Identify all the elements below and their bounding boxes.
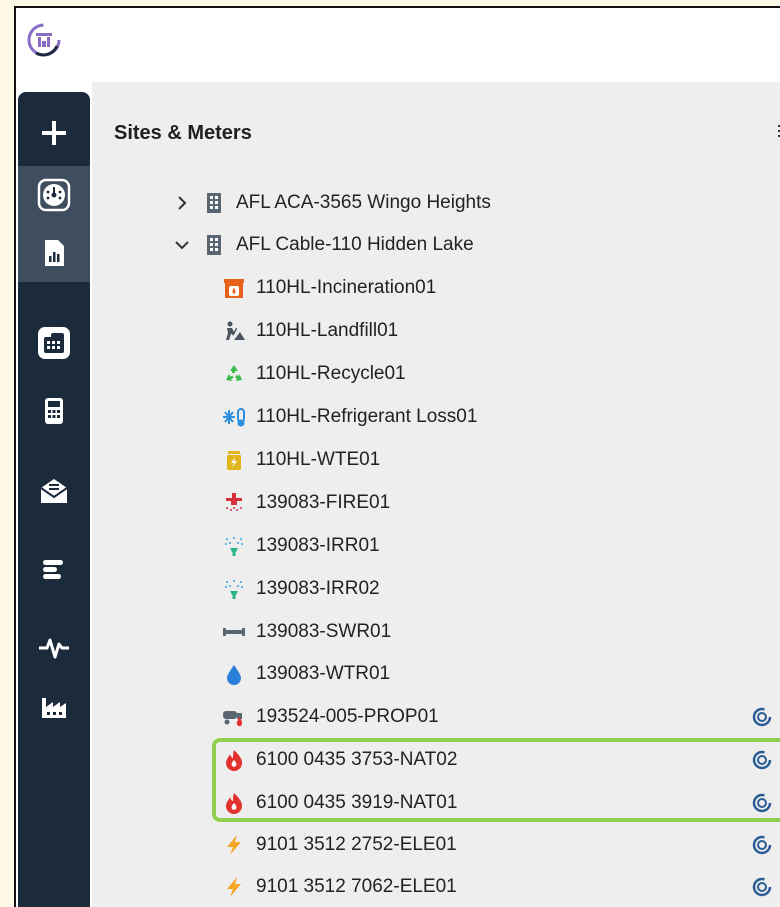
meter-row[interactable]: 110HL-Recycle01	[222, 359, 406, 389]
meter-row[interactable]: 193524-005-PROP01	[222, 702, 439, 732]
site-row[interactable]: AFL ACA-3565 Wingo Heights	[172, 188, 491, 218]
meter-label: 139083-FIRE01	[256, 492, 391, 513]
site-label: AFL Cable-110 Hidden Lake	[236, 234, 474, 255]
meter-label: 139083-IRR02	[256, 578, 380, 599]
pulse-icon	[39, 638, 69, 659]
meter-label: 9101 3512 2752-ELE01	[256, 834, 457, 855]
report-chart-icon	[45, 240, 64, 266]
meter-label: 110HL-Recycle01	[256, 363, 406, 384]
nav-activity[interactable]	[18, 618, 90, 676]
meter-row[interactable]: 139083-IRR02	[222, 574, 380, 604]
add-button[interactable]	[18, 104, 90, 162]
waste-to-energy-icon	[222, 448, 246, 472]
nav-facilities[interactable]	[18, 678, 90, 736]
nav-sites-meters[interactable]	[18, 314, 90, 372]
sewer-pipe-icon	[222, 620, 246, 644]
meter-label: 139083-SWR01	[256, 621, 392, 642]
meter-label: 139083-IRR01	[256, 535, 380, 556]
meter-label: 110HL-Landfill01	[256, 320, 399, 341]
linked-meter-icon[interactable]	[751, 876, 773, 898]
meter-label: 139083-WTR01	[256, 663, 391, 684]
nav-reports[interactable]	[18, 224, 90, 282]
plus-icon	[42, 121, 66, 145]
nav-gantt[interactable]	[18, 540, 90, 598]
dashboard-gauge-icon	[37, 178, 71, 212]
meter-row[interactable]: 110HL-Landfill01	[222, 316, 398, 346]
meter-label: 9101 3512 7062-ELE01	[256, 876, 457, 897]
linked-meter-icon[interactable]	[751, 706, 773, 728]
propane-truck-icon	[222, 705, 246, 729]
top-bar	[16, 8, 780, 82]
chevron-right-icon[interactable]	[172, 195, 192, 211]
building-icon	[202, 191, 226, 215]
meter-row[interactable]: 139083-FIRE01	[222, 488, 390, 518]
meter-label: 193524-005-PROP01	[256, 706, 439, 727]
calculator-icon	[45, 398, 63, 424]
electric-bolt-icon	[222, 875, 246, 899]
nav-inbox[interactable]	[18, 462, 90, 520]
meter-label: 110HL-Refrigerant Loss01	[256, 406, 478, 427]
left-sidebar	[18, 92, 90, 907]
building-icon	[202, 233, 226, 257]
landfill-icon	[222, 319, 246, 343]
irrigation-icon	[222, 534, 246, 558]
nav-dashboard[interactable]	[18, 166, 90, 224]
meter-row[interactable]: 139083-SWR01	[222, 617, 391, 647]
site-row[interactable]: AFL Cable-110 Hidden Lake	[172, 230, 474, 260]
meter-row[interactable]: 110HL-Incineration01	[222, 273, 436, 303]
fire-sprinkler-icon	[222, 491, 246, 515]
site-label: AFL ACA-3565 Wingo Heights	[236, 192, 491, 213]
mail-envelope-icon	[40, 479, 68, 503]
meter-row[interactable]: 9101 3512 2752-ELE01	[222, 830, 457, 860]
refrigerant-icon	[222, 405, 246, 429]
meter-label: 110HL-Incineration01	[256, 277, 437, 298]
meter-row[interactable]: 139083-WTR01	[222, 659, 390, 689]
incineration-icon	[222, 276, 246, 300]
bars-icon	[43, 560, 63, 579]
meter-row[interactable]: 110HL-Refrigerant Loss01	[222, 402, 477, 432]
meter-row[interactable]: 139083-IRR01	[222, 531, 380, 561]
factory-icon	[42, 698, 66, 718]
app-logo-icon[interactable]	[26, 22, 62, 58]
irrigation-icon	[222, 577, 246, 601]
recycle-icon	[222, 362, 246, 386]
meter-row[interactable]: 110HL-WTE01	[222, 445, 380, 475]
chevron-down-icon[interactable]	[172, 239, 192, 251]
water-drop-icon	[222, 662, 246, 686]
linked-meter-icon[interactable]	[751, 834, 773, 856]
panel-title: Sites & Meters	[114, 122, 252, 144]
electric-bolt-icon	[222, 833, 246, 857]
nav-calculator[interactable]	[18, 382, 90, 440]
building-grid-icon	[38, 327, 70, 359]
meter-label: 110HL-WTE01	[256, 449, 381, 470]
app-window: Sites & Meters AFL ACA-3565 Wingo Height…	[14, 6, 780, 907]
highlight-annotation	[212, 738, 780, 822]
meter-row[interactable]: 9101 3512 7062-ELE01	[222, 872, 457, 902]
